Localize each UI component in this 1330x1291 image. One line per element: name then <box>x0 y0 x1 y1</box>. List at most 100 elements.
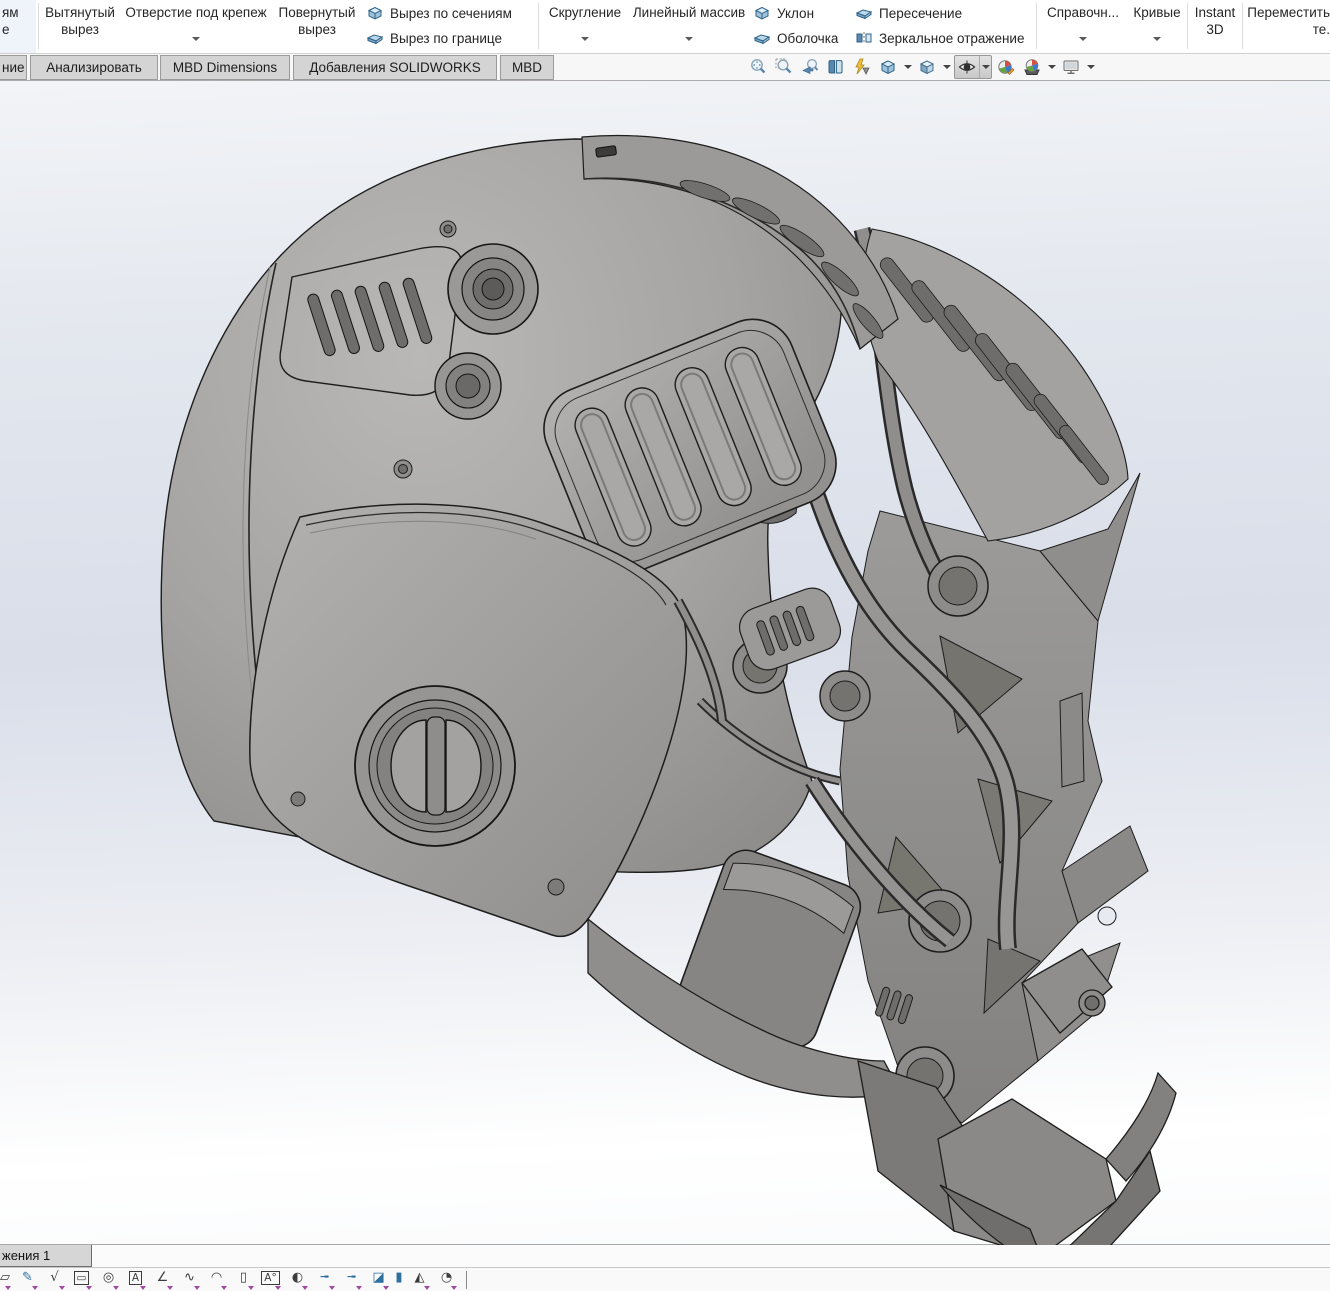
zoom-to-area-button[interactable] <box>772 55 796 79</box>
view-settings-button[interactable] <box>1059 55 1083 79</box>
extruded-cut-button[interactable]: Вытянутый вырез <box>42 0 118 53</box>
dropdown-caret <box>32 1286 38 1290</box>
balloon-button[interactable]: ◠ <box>203 1269 230 1291</box>
mirror-button[interactable]: Зеркальное отражение <box>855 26 1024 50</box>
linear-pattern-dropdown-icon[interactable] <box>685 37 693 41</box>
dropdown-caret <box>221 1286 227 1290</box>
hide-show-items-dropdown[interactable] <box>979 56 991 78</box>
reference-dropdown-icon[interactable] <box>1079 37 1087 41</box>
secondary-boss[interactable] <box>435 353 501 419</box>
dimxpert-status-button[interactable]: ◪ <box>365 1269 392 1291</box>
boundary-cut-button[interactable]: Вырез по границе <box>366 26 502 50</box>
tab-solidworks-addins[interactable]: Добавления SOLIDWORKS <box>293 55 497 80</box>
auto-dimension-scheme-icon: ◎ <box>103 1270 114 1285</box>
move-body-label2: те. <box>1313 21 1330 38</box>
apply-scene-icon <box>1022 57 1042 77</box>
datum-button[interactable]: √ <box>41 1269 68 1291</box>
tab-mbd-dimensions[interactable]: MBD Dimensions <box>160 55 290 80</box>
size-dimension-button[interactable]: ▭ <box>68 1269 95 1291</box>
display-style-dropdown[interactable] <box>941 55 952 79</box>
move-body-label1: Переместить <box>1247 4 1330 21</box>
auto-dimension-scheme-button[interactable]: ◎ <box>95 1269 122 1291</box>
angle-dimension-button[interactable]: A° <box>257 1269 284 1291</box>
lofted-cut-button[interactable]: Вырез по сечениям <box>366 1 512 25</box>
revolved-cut-button[interactable]: Повернутый вырез <box>274 0 360 53</box>
dropdown-caret <box>113 1286 119 1290</box>
camera-boss[interactable] <box>448 244 538 334</box>
apply-scene-button[interactable] <box>1020 55 1044 79</box>
ribbon-button-clipped-left[interactable]: ям е <box>0 0 36 53</box>
geometric-tolerance-button[interactable]: ∠ <box>149 1269 176 1291</box>
move-body-button[interactable]: Переместить те. <box>1246 0 1330 53</box>
motion-study-tab-label: жения 1 <box>2 1248 50 1263</box>
edit-appearance-button[interactable] <box>994 55 1018 79</box>
dropdown-caret <box>424 1286 430 1290</box>
dropdown-caret <box>248 1286 254 1290</box>
ribbon-separator <box>1242 3 1243 49</box>
curves-dropdown-icon[interactable] <box>1153 37 1161 41</box>
rear-frame-lattice[interactable] <box>840 473 1148 1123</box>
surface-finish-icon: ∿ <box>184 1270 195 1285</box>
reference-geometry-button[interactable]: Справочн... <box>1040 0 1126 53</box>
motion-study-tab-bar: жения 1 <box>0 1245 1330 1268</box>
ear-port[interactable] <box>355 686 515 846</box>
dropdown-caret <box>451 1286 457 1290</box>
hole-wizard-dropdown-icon[interactable] <box>192 37 200 41</box>
tab-solidworks-addins-label: Добавления SOLIDWORKS <box>309 60 481 75</box>
ribbon-separator <box>38 3 39 49</box>
dropdown-caret <box>275 1286 281 1290</box>
section-view-button[interactable] <box>824 55 848 79</box>
connector-b-icon: ╼ <box>348 1270 356 1285</box>
hole-wizard-button[interactable]: Отверстие под крепеж <box>120 0 272 53</box>
connector-a-button[interactable]: ╼ <box>311 1269 338 1291</box>
linear-pattern-button[interactable]: Линейный массив <box>628 0 750 53</box>
hole-wizard-label: Отверстие под крепеж <box>125 4 266 21</box>
display-style-button[interactable] <box>915 55 939 79</box>
hide-show-items-button[interactable] <box>955 55 979 79</box>
graphics-viewport[interactable] <box>0 81 1330 1245</box>
dropdown-caret <box>329 1286 335 1290</box>
location-dimension-button[interactable]: ◭ <box>406 1269 433 1291</box>
note-button[interactable]: A <box>122 1269 149 1291</box>
zoom-to-fit-button[interactable] <box>746 55 770 79</box>
curves-button[interactable]: Кривые <box>1128 0 1186 53</box>
tab-evaluate-label: Анализировать <box>46 60 142 75</box>
revolved-cut-label2: вырез <box>298 21 336 38</box>
datum-point-button[interactable]: ◔ <box>433 1269 460 1291</box>
mbd-bottom-toolbar: ▱ ✎ √ ▭ ◎ A ∠ ∿ ◠ ▯ A° ◐ <box>0 1268 1330 1291</box>
helmet-model[interactable] <box>0 81 1330 1245</box>
datum-target-button[interactable]: ◐ <box>284 1269 311 1291</box>
view-orientation-button[interactable] <box>876 55 900 79</box>
fillet-button[interactable]: Скругление <box>543 0 627 53</box>
tab-clipped[interactable]: ние <box>0 55 27 80</box>
pattern-feature-button[interactable]: ▯ <box>230 1269 257 1291</box>
eye-icon <box>957 57 977 77</box>
smart-dimension-button[interactable]: ✎ <box>14 1269 41 1291</box>
view-orientation-dropdown[interactable] <box>902 55 913 79</box>
draft-button[interactable]: Уклон <box>753 1 814 25</box>
dropdown-caret <box>194 1286 200 1290</box>
angle-dimension-icon: A° <box>261 1271 279 1285</box>
extruded-cut-label1: Вытянутый <box>45 4 115 21</box>
tab-mbd[interactable]: MBD <box>500 55 554 80</box>
surface-finish-button[interactable]: ∿ <box>176 1269 203 1291</box>
connector-b-button[interactable]: ╼ <box>338 1269 365 1291</box>
view-settings-dropdown[interactable] <box>1085 55 1096 79</box>
instant3d-button[interactable]: Instant 3D <box>1190 0 1240 53</box>
command-tab-strip: ние Анализировать MBD Dimensions Добавле… <box>0 53 1330 81</box>
fillet-dropdown-icon[interactable] <box>581 37 589 41</box>
shell-button[interactable]: Оболочка <box>753 26 838 50</box>
smart-dimension-icon: ✎ <box>22 1270 33 1285</box>
tab-clipped-label: ние <box>2 60 25 75</box>
intersect-button[interactable]: Пересечение <box>855 1 962 25</box>
tab-evaluate[interactable]: Анализировать <box>30 55 158 80</box>
apply-scene-dropdown[interactable] <box>1046 55 1057 79</box>
clipped-icon-button[interactable]: ▱ <box>0 1269 14 1291</box>
divider-bar: ▮ <box>392 1269 406 1291</box>
tab-mbd-label: MBD <box>512 60 542 75</box>
annotation-views-button[interactable] <box>850 55 874 79</box>
dropdown-caret <box>356 1286 362 1290</box>
dropdown-caret <box>302 1286 308 1290</box>
motion-study-tab[interactable]: жения 1 <box>0 1245 92 1267</box>
previous-view-button[interactable] <box>798 55 822 79</box>
